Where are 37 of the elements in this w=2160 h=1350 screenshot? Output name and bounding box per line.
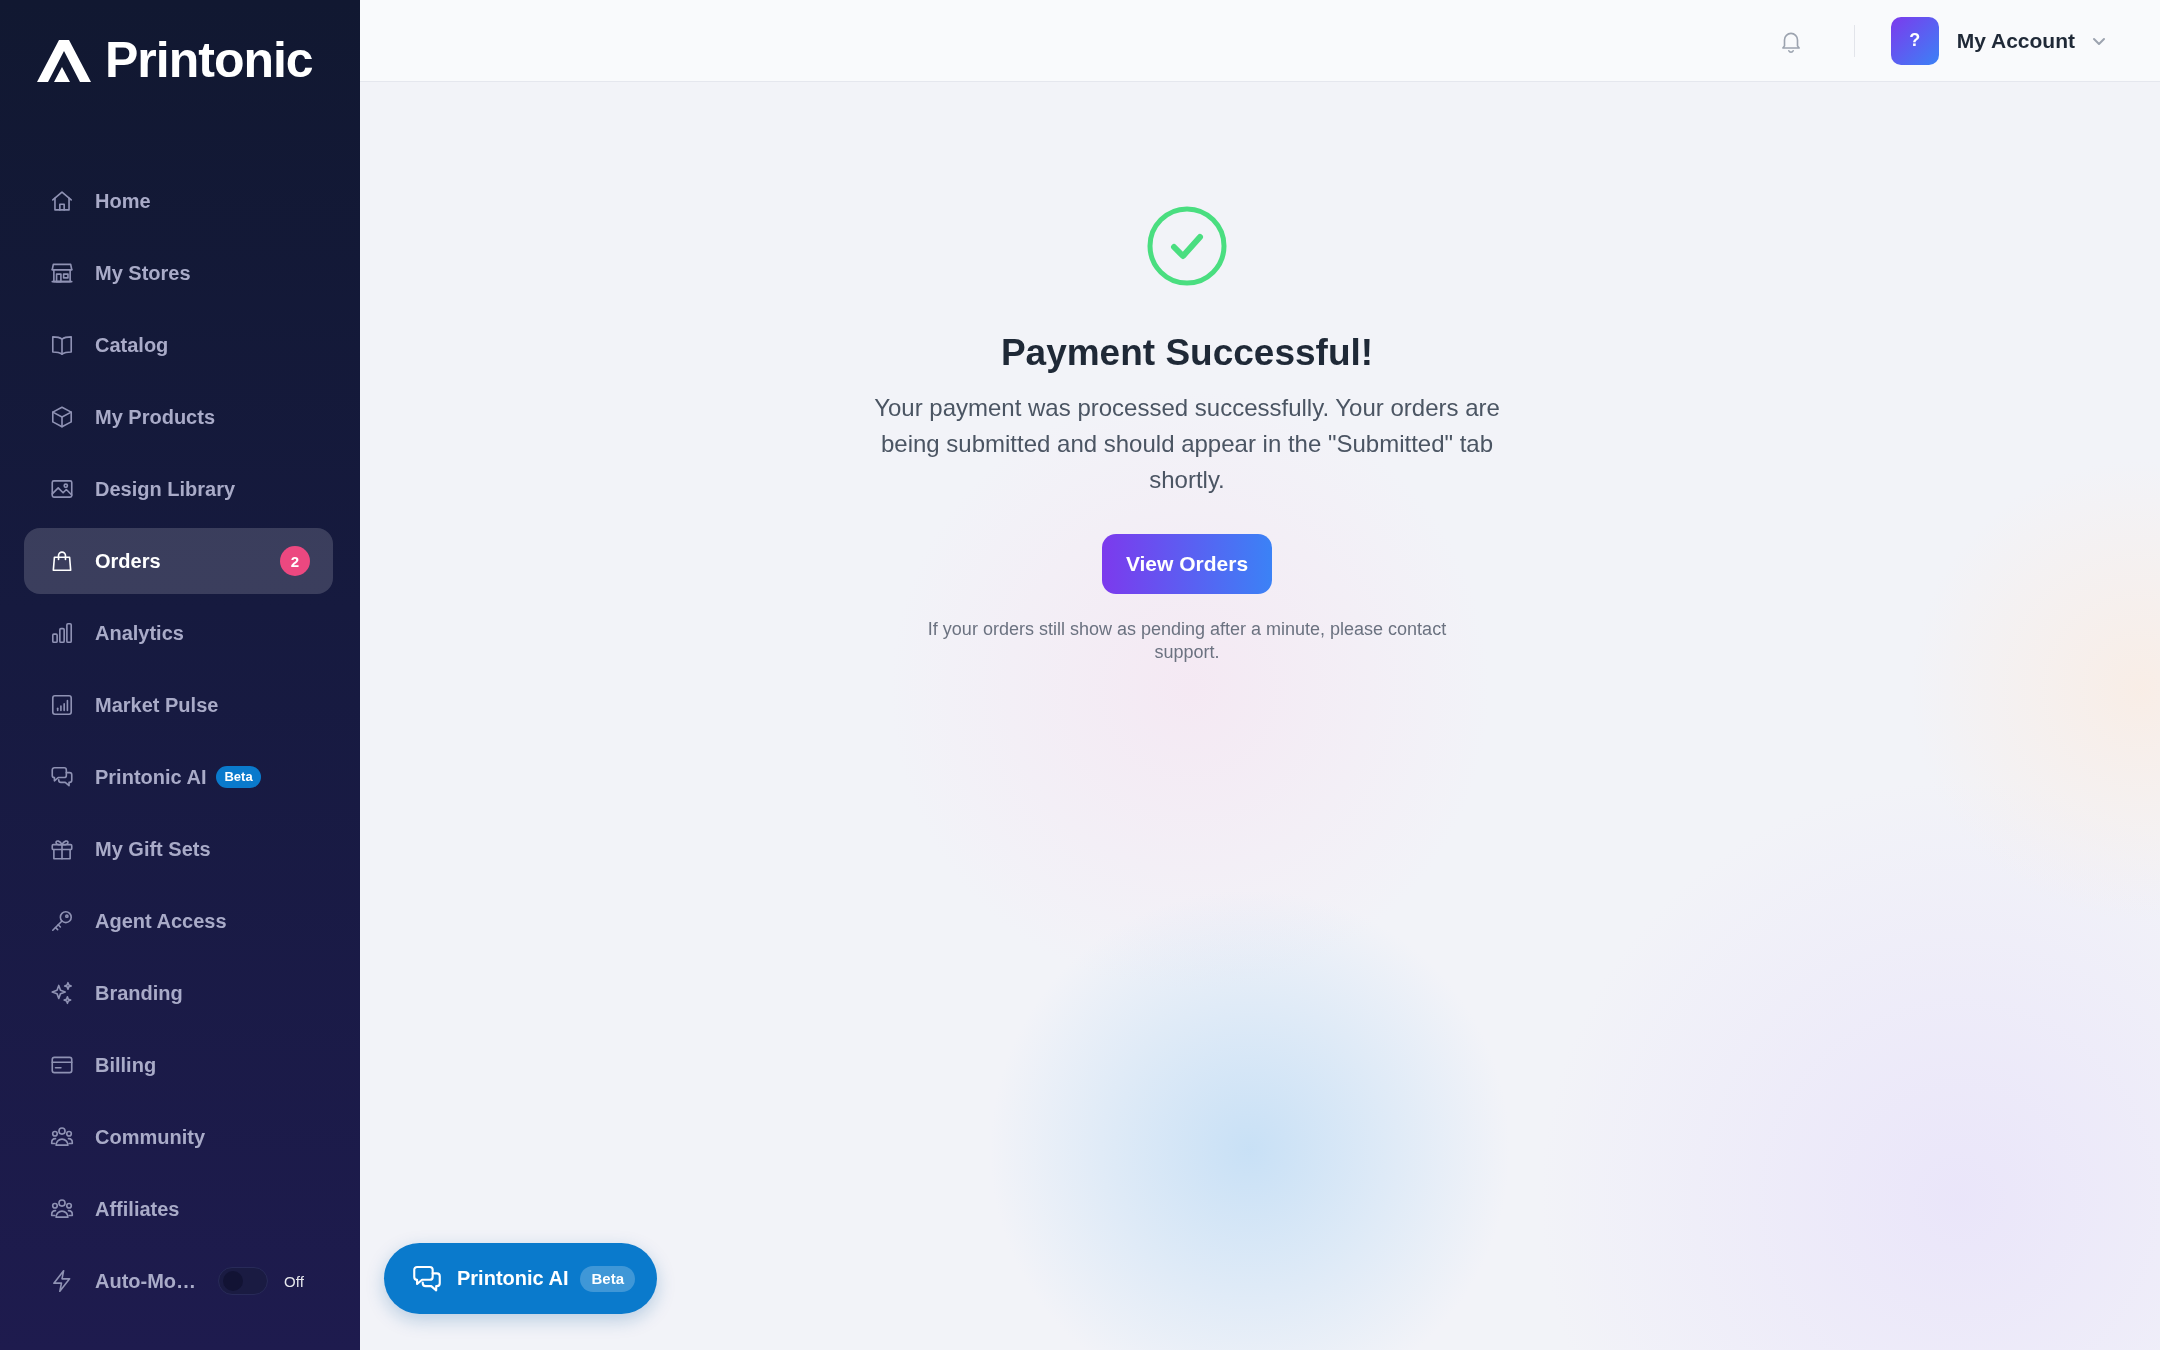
key-icon [49, 908, 75, 934]
nav-label[interactable]: Auto-Mo… [95, 1269, 197, 1293]
tag-pill: Beta [580, 1265, 635, 1292]
nav-item[interactable]: My Gift Sets [24, 816, 333, 882]
sparkle-icon [49, 980, 75, 1006]
success-title: Payment Successful! [1000, 332, 1374, 374]
tag-pill: Beta [216, 766, 261, 788]
home-icon [49, 188, 75, 214]
account-menu[interactable]: ? My Account [1890, 16, 2107, 65]
avatar-tile: ? [1890, 16, 1939, 65]
cube-icon [49, 404, 75, 430]
success-message: Your payment was processed successfully. Your orders are being submitted and should appear in the "Submitted" tab shortly. [873, 393, 1501, 495]
check-circle-icon [1147, 206, 1227, 286]
toggle-switch[interactable] [218, 1267, 269, 1295]
nav-item[interactable]: Branding [24, 960, 333, 1026]
toggle-state-label: Off [284, 1272, 304, 1290]
logo-text: Printonic [105, 31, 313, 90]
count-badge: 2 [280, 546, 310, 576]
nav-item[interactable]: Design Library [24, 456, 333, 522]
nav-item[interactable]: Community [24, 1104, 333, 1170]
nav-item[interactable]: Catalog [24, 312, 333, 378]
chat-button[interactable]: Printonic AI Beta [384, 1243, 657, 1314]
nav-item[interactable]: My Products [24, 384, 333, 450]
nav-item[interactable]: Home [24, 168, 333, 234]
help-note: If your orders still show as pending after a minute, please contact support. [926, 618, 1448, 664]
nav-item[interactable]: Printonic AI Beta [24, 744, 333, 810]
nav-item[interactable]: Orders 2 [24, 528, 333, 594]
nav-item[interactable]: Agent Access [24, 888, 333, 954]
nav-item[interactable]: Billing [24, 1032, 333, 1098]
nav-item[interactable]: Analytics [24, 600, 333, 666]
nav-item[interactable]: Affiliates [24, 1176, 333, 1242]
nav-item[interactable]: Market Pulse [24, 672, 333, 738]
bar-chart-icon [49, 620, 75, 646]
logo-icon [37, 38, 91, 82]
nav-item[interactable]: My Stores [24, 240, 333, 306]
chart-icon [49, 692, 75, 718]
view-orders-button[interactable]: View Orders [1101, 534, 1273, 594]
